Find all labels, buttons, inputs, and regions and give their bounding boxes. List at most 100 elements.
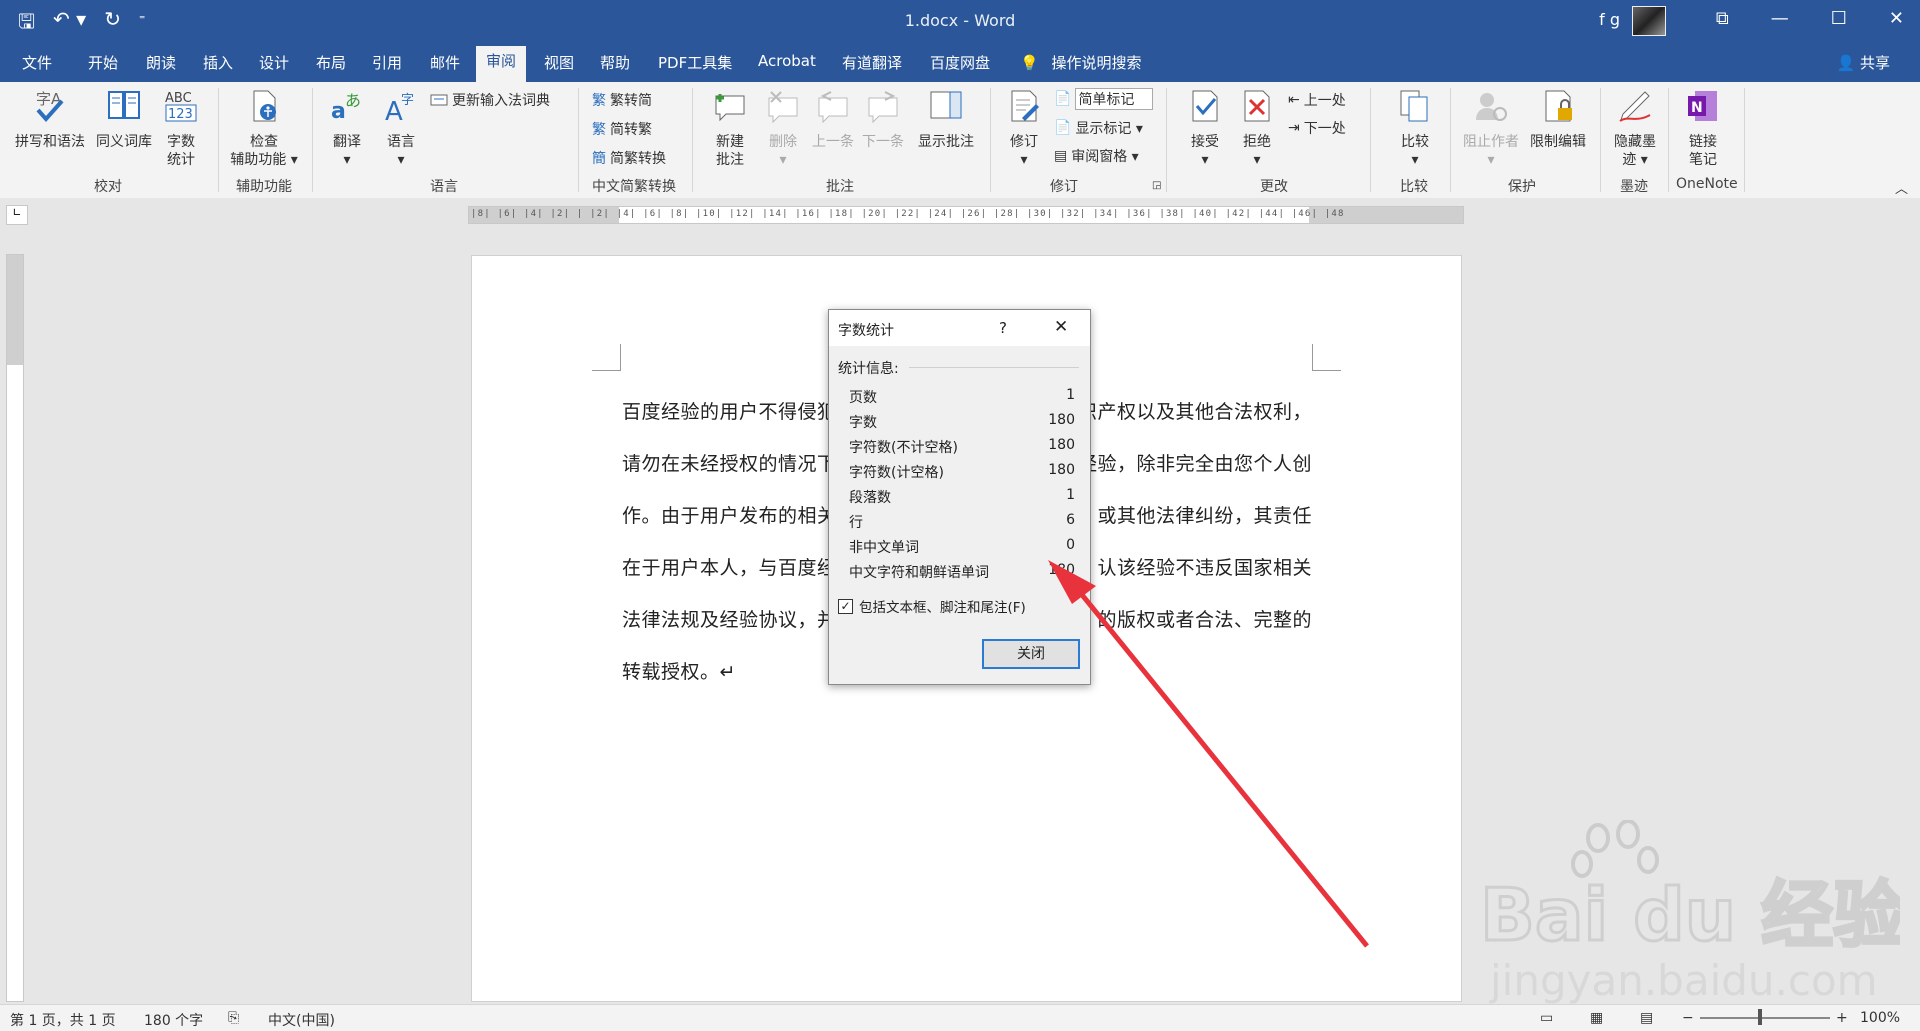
word-count-button[interactable]: ABC 123 字数 统计 [160, 88, 202, 169]
minimize-icon[interactable]: — [1771, 8, 1789, 29]
zoom-level[interactable]: 100% [1860, 1010, 1900, 1026]
tab-mailings[interactable]: 邮件 [430, 52, 460, 73]
new-comment-icon [715, 94, 745, 122]
collapse-ribbon-icon[interactable]: ︿ [1895, 178, 1908, 197]
block-authors-button[interactable]: 阻止作者 ▾ [1460, 88, 1522, 169]
language-status[interactable]: 中文(中国) [268, 1010, 335, 1030]
restrict-editing-button[interactable]: 限制编辑 [1524, 88, 1592, 151]
accept-button[interactable]: 接受 ▾ [1180, 88, 1230, 169]
proofing-status-icon[interactable]: ⎘ [228, 1010, 239, 1026]
new-comment-button[interactable]: 新建 批注 [702, 88, 758, 169]
ink-icon [1619, 91, 1651, 122]
next-change-icon: ⇥ [1288, 120, 1300, 136]
read-mode-icon[interactable]: ▭ [1540, 1010, 1553, 1026]
previous-change-button[interactable]: ⇤ 上一处 [1288, 90, 1346, 110]
page-count[interactable]: 第 1 页，共 1 页 [10, 1010, 116, 1030]
zoom-slider-thumb[interactable] [1758, 1009, 1762, 1025]
zoom-in-icon[interactable]: + [1836, 1010, 1848, 1026]
next-change-button[interactable]: ⇥ 下一处 [1288, 118, 1346, 138]
next-comment-button[interactable]: 下一条 [858, 88, 908, 151]
close-window-icon[interactable]: ✕ [1889, 8, 1904, 29]
vertical-ruler[interactable] [6, 254, 24, 1002]
link-notes-label-1: 链接 [1689, 134, 1717, 150]
hide-ink-button[interactable]: 隐藏墨 迹 ▾ [1608, 88, 1662, 169]
accept-icon [1192, 90, 1218, 122]
tab-insert[interactable]: 插入 [203, 52, 233, 73]
conversion-button[interactable]: 簡 简繁转换 [592, 148, 666, 168]
stat-row: 段落数 1 [849, 487, 1075, 512]
separator [578, 88, 579, 192]
tab-home[interactable]: 开始 [88, 52, 118, 73]
group-comments: 批注 [826, 179, 854, 195]
separator [312, 88, 313, 192]
compare-button[interactable]: 比较 ▾ [1390, 88, 1440, 169]
divider [909, 367, 1079, 368]
delete-comment-button[interactable]: 删除 ▾ [758, 88, 808, 169]
tab-acrobat[interactable]: Acrobat [758, 52, 816, 70]
tab-help[interactable]: 帮助 [600, 52, 630, 73]
review-pane-button[interactable]: ▤ 审阅窗格 ▾ [1054, 146, 1139, 166]
translate-icon: aあ [331, 91, 361, 124]
doc-line-left: 请勿在未经授权的情况下 [622, 453, 837, 475]
checkbox-checked-icon[interactable]: ✓ [838, 598, 853, 614]
spelling-button[interactable]: 字A 拼写和语法 [10, 88, 90, 151]
tab-selector[interactable]: ∟ [6, 205, 28, 225]
separator [1450, 88, 1451, 192]
reject-button[interactable]: 拒绝 ▾ [1232, 88, 1282, 169]
close-button[interactable]: 关闭 [982, 639, 1080, 669]
user-name[interactable]: f g [1599, 10, 1620, 29]
check-accessibility-button[interactable]: 检查 辅助功能 ▾ [226, 88, 302, 169]
doc-line-left: 在于用户本人，与百度经 [622, 557, 837, 579]
avatar[interactable] [1632, 6, 1666, 36]
translate-button[interactable]: aあ 翻译 ▾ [322, 88, 372, 169]
show-markup-button[interactable]: 📄 显示标记 ▾ [1054, 118, 1143, 138]
tab-layout[interactable]: 布局 [316, 52, 346, 73]
share-button[interactable]: 👤 共享 [1837, 52, 1890, 73]
close-icon[interactable]: ✕ [1054, 317, 1068, 337]
tell-me-search[interactable]: 💡 操作说明搜索 [1020, 52, 1141, 73]
word-count-dialog: 字数统计 ? ✕ 统计信息: 页数 1 字数 180 字符数(不计空格) 180 字符… [828, 309, 1091, 685]
markup-icon: 📄 [1054, 91, 1072, 107]
ribbon-display-icon[interactable]: ⧉ [1716, 8, 1729, 29]
tab-file[interactable]: 文件 [22, 52, 52, 73]
track-changes-button[interactable]: 修订 ▾ [998, 88, 1050, 169]
horizontal-ruler[interactable]: |8| |6| |4| |2| | |2| |4| |6| |8| |10| |… [468, 206, 1464, 224]
next-label: 下一条 [862, 134, 904, 150]
book-icon [108, 91, 140, 119]
thesaurus-button[interactable]: 同义词库 [92, 88, 156, 151]
tab-references[interactable]: 引用 [372, 52, 402, 73]
previous-comment-button[interactable]: 上一条 [808, 88, 858, 151]
doc-line-right: 认该经验不违反国家相关 [1097, 557, 1312, 579]
tab-youdao[interactable]: 有道翻译 [842, 52, 902, 73]
traditional-to-simplified-button[interactable]: 繁 繁转简 [592, 90, 652, 110]
doc-line-left: 法律法规及经验协议，并 [622, 609, 837, 631]
print-layout-icon[interactable]: ▦ [1590, 1010, 1603, 1026]
zoom-slider[interactable] [1700, 1017, 1830, 1019]
simplified-to-traditional-button[interactable]: 繁 简转繁 [592, 119, 652, 139]
hide-ink-label-1: 隐藏墨 [1614, 134, 1656, 150]
include-textboxes-checkbox[interactable]: ✓ 包括文本框、脚注和尾注(F) [838, 596, 1026, 616]
simple-markup-dropdown[interactable]: 📄 简单标记 [1054, 88, 1154, 110]
tab-baidu-netdisk[interactable]: 百度网盘 [930, 52, 990, 73]
person-icon: 👤 [1836, 54, 1856, 72]
tab-design[interactable]: 设计 [259, 52, 289, 73]
tab-pdf-tools[interactable]: PDF工具集 [658, 52, 732, 73]
tab-read-aloud[interactable]: 朗读 [146, 52, 176, 73]
language-button[interactable]: A字 语言 ▾ [376, 88, 426, 169]
show-comments-button[interactable]: 显示批注 [910, 88, 982, 151]
help-icon[interactable]: ? [999, 319, 1007, 337]
update-ime-button[interactable]: 更新输入法词典 [430, 90, 550, 110]
new-comment-label-2: 批注 [716, 152, 744, 168]
web-layout-icon[interactable]: ▤ [1640, 1010, 1653, 1026]
dropdown-icon: ▾ [1201, 152, 1209, 168]
review-pane-icon: ▤ [1054, 148, 1068, 164]
window-controls: ⧉ — ☐ ✕ [1716, 8, 1904, 29]
word-count-status[interactable]: 180 个字 [144, 1010, 203, 1030]
dialog-launcher-icon[interactable]: ◲ [1152, 180, 1161, 191]
tab-view[interactable]: 视图 [544, 52, 574, 73]
zoom-out-icon[interactable]: − [1682, 1010, 1694, 1026]
next-comment-icon [868, 91, 898, 124]
maximize-icon[interactable]: ☐ [1831, 8, 1847, 29]
linked-notes-button[interactable]: N 链接 笔记 [1676, 88, 1730, 169]
tab-review[interactable]: 审阅 [476, 46, 527, 82]
